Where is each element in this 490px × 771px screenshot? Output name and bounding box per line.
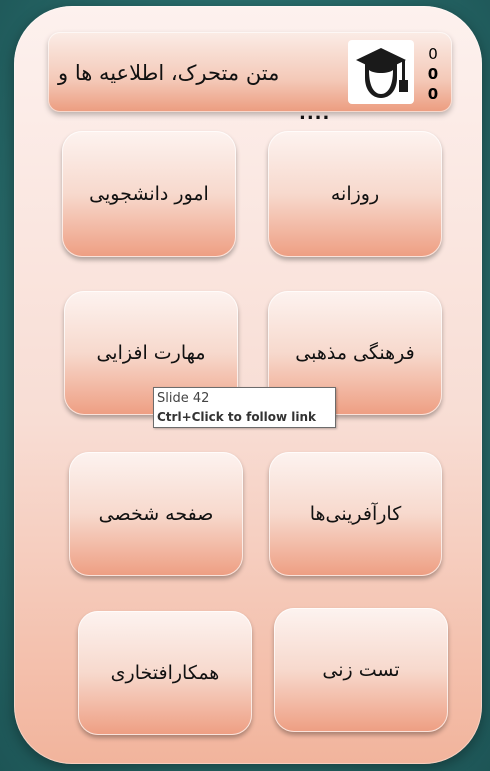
tile-student-affairs[interactable]: امور دانشجویی	[62, 131, 236, 257]
counter-stack: 0 0 0	[424, 44, 442, 104]
tile-honorary-cooperation[interactable]: همکارافتخاری	[78, 611, 252, 735]
counter-3: 0	[427, 85, 439, 103]
more-ellipsis: ....	[299, 103, 331, 124]
tile-entrepreneurship[interactable]: کارآفرینی‌ها	[269, 452, 442, 576]
tooltip-hint: Ctrl+Click to follow link	[157, 410, 317, 424]
counter-1: 0	[428, 45, 438, 63]
tile-personal-page[interactable]: صفحه شخصی	[69, 452, 243, 576]
tooltip-title: Slide 42	[157, 391, 210, 406]
tile-daily[interactable]: روزانه	[268, 131, 442, 257]
marquee-text: متن متحرک، اطلاعیه ها و	[58, 61, 280, 85]
counter-2: 0	[427, 65, 439, 83]
graduate-cap-icon[interactable]	[348, 40, 414, 104]
link-tooltip: Slide 42 Ctrl+Click to follow link	[153, 387, 336, 428]
tile-test-practice[interactable]: تست زنی	[274, 608, 448, 732]
